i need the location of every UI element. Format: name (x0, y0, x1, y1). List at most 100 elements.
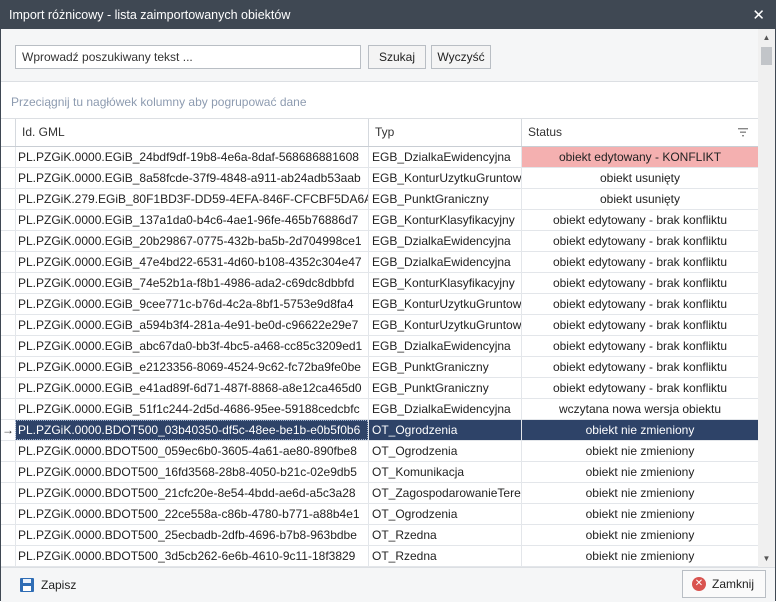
table-row[interactable]: → PL.PZGiK.0000.BDOT500_03b40350-df5c-48e… (1, 420, 758, 441)
table-row[interactable]: PL.PZGiK.0000.BDOT500_059ec6b0-3605-4a61… (1, 441, 758, 462)
cell-status[interactable]: obiekt nie zmieniony (521, 420, 758, 440)
cell-id-gml[interactable]: PL.PZGiK.0000.EGiB_abc67da0-bb3f-4bc5-a4… (15, 336, 368, 356)
cell-status[interactable]: obiekt nie zmieniony (521, 546, 758, 566)
cell-id-gml[interactable]: PL.PZGiK.0000.EGiB_e41ad89f-6d71-487f-88… (15, 378, 368, 398)
cell-typ[interactable]: EGB_PunktGraniczny (368, 357, 521, 377)
table-row[interactable]: PL.PZGiK.0000.BDOT500_3d5cb262-6e6b-4610… (1, 546, 758, 567)
table-row[interactable]: PL.PZGiK.0000.EGiB_137a1da0-b4c6-4ae1-96… (1, 210, 758, 231)
cell-typ[interactable]: EGB_DzialkaEwidencyjna (368, 147, 521, 167)
cell-id-gml[interactable]: PL.PZGiK.0000.BDOT500_3d5cb262-6e6b-4610… (15, 546, 368, 566)
cell-typ[interactable]: OT_Ogrodzenia (368, 504, 521, 524)
grid-body: PL.PZGiK.0000.EGiB_24bdf9df-19b8-4e6a-8d… (1, 147, 758, 567)
scrollbar-thumb[interactable] (761, 47, 772, 65)
cell-status[interactable]: obiekt edytowany - brak konfliktu (521, 252, 758, 272)
table-row[interactable]: PL.PZGiK.0000.EGiB_e41ad89f-6d71-487f-88… (1, 378, 758, 399)
cell-status[interactable]: obiekt edytowany - brak konfliktu (521, 231, 758, 251)
filter-icon[interactable] (738, 128, 748, 137)
cell-typ[interactable]: EGB_KonturUzytkuGruntowego (368, 168, 521, 188)
table-row[interactable]: PL.PZGiK.0000.EGiB_e2123356-8069-4524-9c… (1, 357, 758, 378)
cell-typ[interactable]: OT_Ogrodzenia (368, 441, 521, 461)
cell-typ[interactable]: OT_Ogrodzenia (368, 420, 521, 440)
cell-typ[interactable]: OT_Rzedna (368, 546, 521, 566)
table-row[interactable]: PL.PZGiK.0000.BDOT500_16fd3568-28b8-4050… (1, 462, 758, 483)
cell-typ[interactable]: OT_Rzedna (368, 525, 521, 545)
close-circle-icon: ✕ (692, 577, 706, 591)
cell-status[interactable]: obiekt edytowany - brak konfliktu (521, 336, 758, 356)
table-row[interactable]: PL.PZGiK.0000.EGiB_47e4bd22-6531-4d60-b1… (1, 252, 758, 273)
cell-typ[interactable]: EGB_KonturKlasyfikacyjny (368, 273, 521, 293)
row-indicator (1, 231, 15, 251)
scroll-down-icon[interactable]: ▼ (758, 550, 775, 567)
cell-id-gml[interactable]: PL.PZGiK.0000.BDOT500_25ecbadb-2dfb-4696… (15, 525, 368, 545)
cell-id-gml[interactable]: PL.PZGiK.0000.EGiB_137a1da0-b4c6-4ae1-96… (15, 210, 368, 230)
cell-id-gml[interactable]: PL.PZGiK.0000.EGiB_47e4bd22-6531-4d60-b1… (15, 252, 368, 272)
table-row[interactable]: PL.PZGiK.0000.EGiB_20b29867-0775-432b-ba… (1, 231, 758, 252)
cell-id-gml[interactable]: PL.PZGiK.0000.EGiB_9cee771c-b76d-4c2a-8b… (15, 294, 368, 314)
column-header-id-gml[interactable]: Id. GML (15, 119, 368, 146)
cell-status[interactable]: obiekt edytowany - brak konfliktu (521, 357, 758, 377)
cell-id-gml[interactable]: PL.PZGiK.0000.BDOT500_16fd3568-28b8-4050… (15, 462, 368, 482)
cell-status[interactable]: obiekt edytowany - KONFLIKT (521, 147, 758, 167)
search-input[interactable] (15, 45, 361, 69)
close-icon[interactable]: ✕ (752, 6, 765, 24)
cell-typ[interactable]: EGB_DzialkaEwidencyjna (368, 336, 521, 356)
cell-typ[interactable]: EGB_DzialkaEwidencyjna (368, 399, 521, 419)
cell-id-gml[interactable]: PL.PZGiK.0000.EGiB_20b29867-0775-432b-ba… (15, 231, 368, 251)
cell-status[interactable]: wczytana nowa wersja obiektu (521, 399, 758, 419)
cell-status[interactable]: obiekt nie zmieniony (521, 525, 758, 545)
table-row[interactable]: PL.PZGiK.0000.EGiB_8a58fcde-37f9-4848-a9… (1, 168, 758, 189)
cell-id-gml[interactable]: PL.PZGiK.0000.BDOT500_03b40350-df5c-48ee… (15, 420, 368, 440)
close-button[interactable]: ✕ Zamknij (682, 570, 766, 598)
cell-id-gml[interactable]: PL.PZGiK.0000.EGiB_24bdf9df-19b8-4e6a-8d… (15, 147, 368, 167)
cell-status[interactable]: obiekt nie zmieniony (521, 462, 758, 482)
table-row[interactable]: PL.PZGiK.0000.EGiB_74e52b1a-f8b1-4986-ad… (1, 273, 758, 294)
cell-typ[interactable]: EGB_PunktGraniczny (368, 378, 521, 398)
search-button[interactable]: Szukaj (368, 45, 426, 69)
cell-status[interactable]: obiekt usunięty (521, 168, 758, 188)
clear-button[interactable]: Wyczyść (431, 45, 491, 69)
cell-id-gml[interactable]: PL.PZGiK.279.EGiB_80F1BD3F-DD59-4EFA-846… (15, 189, 368, 209)
cell-typ[interactable]: OT_ZagospodarowanieTerenu (368, 483, 521, 503)
cell-status[interactable]: obiekt nie zmieniony (521, 441, 758, 461)
cell-id-gml[interactable]: PL.PZGiK.0000.BDOT500_22ce558a-c86b-4780… (15, 504, 368, 524)
cell-status[interactable]: obiekt nie zmieniony (521, 483, 758, 503)
table-row[interactable]: PL.PZGiK.0000.EGiB_9cee771c-b76d-4c2a-8b… (1, 294, 758, 315)
scroll-up-icon[interactable]: ▲ (758, 29, 775, 46)
cell-id-gml[interactable]: PL.PZGiK.0000.EGiB_a594b3f4-281a-4e91-be… (15, 315, 368, 335)
row-indicator (1, 525, 15, 545)
group-by-panel[interactable]: Przeciągnij tu nagłówek kolumny aby pogr… (1, 81, 758, 119)
cell-status[interactable]: obiekt usunięty (521, 189, 758, 209)
table-row[interactable]: PL.PZGiK.279.EGiB_80F1BD3F-DD59-4EFA-846… (1, 189, 758, 210)
cell-status[interactable]: obiekt edytowany - brak konfliktu (521, 273, 758, 293)
table-row[interactable]: PL.PZGiK.0000.BDOT500_21cfc20e-8e54-4bdd… (1, 483, 758, 504)
cell-id-gml[interactable]: PL.PZGiK.0000.EGiB_8a58fcde-37f9-4848-a9… (15, 168, 368, 188)
cell-status[interactable]: obiekt nie zmieniony (521, 504, 758, 524)
table-row[interactable]: PL.PZGiK.0000.EGiB_24bdf9df-19b8-4e6a-8d… (1, 147, 758, 168)
table-row[interactable]: PL.PZGiK.0000.EGiB_abc67da0-bb3f-4bc5-a4… (1, 336, 758, 357)
vertical-scrollbar[interactable]: ▲ ▼ (758, 29, 775, 567)
column-header-status[interactable]: Status (521, 119, 758, 146)
cell-id-gml[interactable]: PL.PZGiK.0000.EGiB_74e52b1a-f8b1-4986-ad… (15, 273, 368, 293)
cell-typ[interactable]: EGB_PunktGraniczny (368, 189, 521, 209)
cell-id-gml[interactable]: PL.PZGiK.0000.EGiB_e2123356-8069-4524-9c… (15, 357, 368, 377)
cell-typ[interactable]: EGB_KonturKlasyfikacyjny (368, 210, 521, 230)
table-row[interactable]: PL.PZGiK.0000.EGiB_51f1c244-2d5d-4686-95… (1, 399, 758, 420)
cell-status[interactable]: obiekt edytowany - brak konfliktu (521, 210, 758, 230)
cell-typ[interactable]: EGB_KonturUzytkuGruntowego (368, 294, 521, 314)
cell-typ[interactable]: EGB_DzialkaEwidencyjna (368, 231, 521, 251)
column-header-typ[interactable]: Typ (368, 119, 521, 146)
cell-id-gml[interactable]: PL.PZGiK.0000.BDOT500_21cfc20e-8e54-4bdd… (15, 483, 368, 503)
cell-id-gml[interactable]: PL.PZGiK.0000.BDOT500_059ec6b0-3605-4a61… (15, 441, 368, 461)
table-row[interactable]: PL.PZGiK.0000.EGiB_a594b3f4-281a-4e91-be… (1, 315, 758, 336)
table-row[interactable]: PL.PZGiK.0000.BDOT500_25ecbadb-2dfb-4696… (1, 525, 758, 546)
cell-typ[interactable]: OT_Komunikacja (368, 462, 521, 482)
cell-typ[interactable]: EGB_DzialkaEwidencyjna (368, 252, 521, 272)
title-bar: Import różnicowy - lista zaimportowanych… (1, 1, 775, 29)
cell-typ[interactable]: EGB_KonturUzytkuGruntowego (368, 315, 521, 335)
cell-status[interactable]: obiekt edytowany - brak konfliktu (521, 378, 758, 398)
row-indicator (1, 483, 15, 503)
cell-status[interactable]: obiekt edytowany - brak konfliktu (521, 294, 758, 314)
table-row[interactable]: PL.PZGiK.0000.BDOT500_22ce558a-c86b-4780… (1, 504, 758, 525)
cell-status[interactable]: obiekt edytowany - brak konfliktu (521, 315, 758, 335)
cell-id-gml[interactable]: PL.PZGiK.0000.EGiB_51f1c244-2d5d-4686-95… (15, 399, 368, 419)
